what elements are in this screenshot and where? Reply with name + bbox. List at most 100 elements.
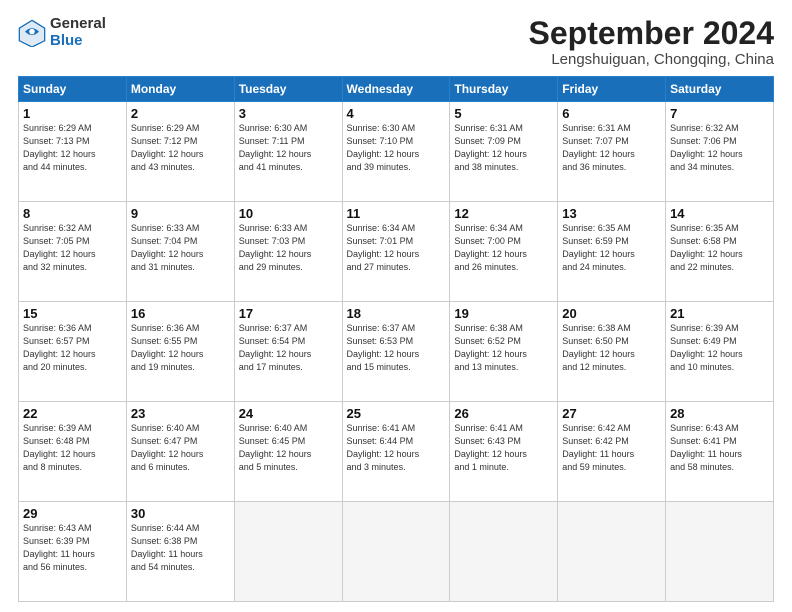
day-info: Sunrise: 6:30 AM Sunset: 7:10 PM Dayligh…: [347, 122, 446, 174]
calendar-cell: 12Sunrise: 6:34 AM Sunset: 7:00 PM Dayli…: [450, 202, 558, 302]
day-info: Sunrise: 6:43 AM Sunset: 6:41 PM Dayligh…: [670, 422, 769, 474]
calendar-cell: 21Sunrise: 6:39 AM Sunset: 6:49 PM Dayli…: [666, 302, 774, 402]
day-info: Sunrise: 6:40 AM Sunset: 6:47 PM Dayligh…: [131, 422, 230, 474]
day-number: 19: [454, 306, 553, 321]
header: General Blue September 2024 Lengshuiguan…: [18, 16, 774, 68]
day-number: 2: [131, 106, 230, 121]
day-number: 14: [670, 206, 769, 221]
calendar-cell: [450, 502, 558, 602]
calendar-cell: 11Sunrise: 6:34 AM Sunset: 7:01 PM Dayli…: [342, 202, 450, 302]
day-info: Sunrise: 6:37 AM Sunset: 6:54 PM Dayligh…: [239, 322, 338, 374]
day-info: Sunrise: 6:34 AM Sunset: 7:00 PM Dayligh…: [454, 222, 553, 274]
weekday-header-friday: Friday: [558, 77, 666, 102]
day-info: Sunrise: 6:35 AM Sunset: 6:59 PM Dayligh…: [562, 222, 661, 274]
logo: General Blue: [18, 16, 106, 49]
calendar-cell: 18Sunrise: 6:37 AM Sunset: 6:53 PM Dayli…: [342, 302, 450, 402]
day-number: 9: [131, 206, 230, 221]
day-number: 15: [23, 306, 122, 321]
calendar: SundayMondayTuesdayWednesdayThursdayFrid…: [18, 76, 774, 602]
day-info: Sunrise: 6:42 AM Sunset: 6:42 PM Dayligh…: [562, 422, 661, 474]
calendar-cell: 16Sunrise: 6:36 AM Sunset: 6:55 PM Dayli…: [126, 302, 234, 402]
day-info: Sunrise: 6:39 AM Sunset: 6:48 PM Dayligh…: [23, 422, 122, 474]
day-number: 5: [454, 106, 553, 121]
calendar-cell: 4Sunrise: 6:30 AM Sunset: 7:10 PM Daylig…: [342, 102, 450, 202]
location: Lengshuiguan, Chongqing, China: [529, 51, 774, 68]
calendar-cell: 17Sunrise: 6:37 AM Sunset: 6:54 PM Dayli…: [234, 302, 342, 402]
calendar-week-3: 22Sunrise: 6:39 AM Sunset: 6:48 PM Dayli…: [19, 402, 774, 502]
day-number: 25: [347, 406, 446, 421]
day-info: Sunrise: 6:30 AM Sunset: 7:11 PM Dayligh…: [239, 122, 338, 174]
day-info: Sunrise: 6:43 AM Sunset: 6:39 PM Dayligh…: [23, 522, 122, 574]
day-number: 30: [131, 506, 230, 521]
day-number: 8: [23, 206, 122, 221]
day-number: 17: [239, 306, 338, 321]
calendar-cell: 5Sunrise: 6:31 AM Sunset: 7:09 PM Daylig…: [450, 102, 558, 202]
day-info: Sunrise: 6:41 AM Sunset: 6:44 PM Dayligh…: [347, 422, 446, 474]
day-number: 20: [562, 306, 661, 321]
day-number: 18: [347, 306, 446, 321]
calendar-cell: [558, 502, 666, 602]
day-number: 22: [23, 406, 122, 421]
weekday-header-wednesday: Wednesday: [342, 77, 450, 102]
calendar-cell: 22Sunrise: 6:39 AM Sunset: 6:48 PM Dayli…: [19, 402, 127, 502]
day-info: Sunrise: 6:44 AM Sunset: 6:38 PM Dayligh…: [131, 522, 230, 574]
calendar-cell: 2Sunrise: 6:29 AM Sunset: 7:12 PM Daylig…: [126, 102, 234, 202]
day-info: Sunrise: 6:40 AM Sunset: 6:45 PM Dayligh…: [239, 422, 338, 474]
day-number: 12: [454, 206, 553, 221]
calendar-cell: 15Sunrise: 6:36 AM Sunset: 6:57 PM Dayli…: [19, 302, 127, 402]
calendar-cell: 9Sunrise: 6:33 AM Sunset: 7:04 PM Daylig…: [126, 202, 234, 302]
day-number: 29: [23, 506, 122, 521]
day-number: 16: [131, 306, 230, 321]
logo-icon: [18, 19, 46, 47]
day-info: Sunrise: 6:34 AM Sunset: 7:01 PM Dayligh…: [347, 222, 446, 274]
day-info: Sunrise: 6:38 AM Sunset: 6:52 PM Dayligh…: [454, 322, 553, 374]
day-info: Sunrise: 6:37 AM Sunset: 6:53 PM Dayligh…: [347, 322, 446, 374]
weekday-header-thursday: Thursday: [450, 77, 558, 102]
day-info: Sunrise: 6:36 AM Sunset: 6:57 PM Dayligh…: [23, 322, 122, 374]
calendar-cell: 29Sunrise: 6:43 AM Sunset: 6:39 PM Dayli…: [19, 502, 127, 602]
calendar-cell: 7Sunrise: 6:32 AM Sunset: 7:06 PM Daylig…: [666, 102, 774, 202]
day-info: Sunrise: 6:33 AM Sunset: 7:03 PM Dayligh…: [239, 222, 338, 274]
day-info: Sunrise: 6:38 AM Sunset: 6:50 PM Dayligh…: [562, 322, 661, 374]
weekday-header-sunday: Sunday: [19, 77, 127, 102]
calendar-week-2: 15Sunrise: 6:36 AM Sunset: 6:57 PM Dayli…: [19, 302, 774, 402]
calendar-cell: 19Sunrise: 6:38 AM Sunset: 6:52 PM Dayli…: [450, 302, 558, 402]
calendar-cell: [666, 502, 774, 602]
day-info: Sunrise: 6:32 AM Sunset: 7:05 PM Dayligh…: [23, 222, 122, 274]
day-number: 27: [562, 406, 661, 421]
day-number: 4: [347, 106, 446, 121]
calendar-cell: 8Sunrise: 6:32 AM Sunset: 7:05 PM Daylig…: [19, 202, 127, 302]
calendar-week-4: 29Sunrise: 6:43 AM Sunset: 6:39 PM Dayli…: [19, 502, 774, 602]
logo-blue: Blue: [50, 33, 106, 50]
calendar-cell: 20Sunrise: 6:38 AM Sunset: 6:50 PM Dayli…: [558, 302, 666, 402]
calendar-cell: 28Sunrise: 6:43 AM Sunset: 6:41 PM Dayli…: [666, 402, 774, 502]
weekday-header-row: SundayMondayTuesdayWednesdayThursdayFrid…: [19, 77, 774, 102]
weekday-header-tuesday: Tuesday: [234, 77, 342, 102]
day-number: 24: [239, 406, 338, 421]
day-info: Sunrise: 6:31 AM Sunset: 7:07 PM Dayligh…: [562, 122, 661, 174]
calendar-cell: [342, 502, 450, 602]
day-info: Sunrise: 6:35 AM Sunset: 6:58 PM Dayligh…: [670, 222, 769, 274]
logo-text: General Blue: [50, 16, 106, 49]
day-number: 11: [347, 206, 446, 221]
day-number: 6: [562, 106, 661, 121]
logo-general: General: [50, 16, 106, 33]
day-info: Sunrise: 6:32 AM Sunset: 7:06 PM Dayligh…: [670, 122, 769, 174]
calendar-cell: 26Sunrise: 6:41 AM Sunset: 6:43 PM Dayli…: [450, 402, 558, 502]
calendar-cell: 24Sunrise: 6:40 AM Sunset: 6:45 PM Dayli…: [234, 402, 342, 502]
month-title: September 2024: [529, 16, 774, 51]
day-info: Sunrise: 6:33 AM Sunset: 7:04 PM Dayligh…: [131, 222, 230, 274]
calendar-cell: 14Sunrise: 6:35 AM Sunset: 6:58 PM Dayli…: [666, 202, 774, 302]
day-number: 1: [23, 106, 122, 121]
day-number: 3: [239, 106, 338, 121]
day-info: Sunrise: 6:36 AM Sunset: 6:55 PM Dayligh…: [131, 322, 230, 374]
day-number: 23: [131, 406, 230, 421]
calendar-cell: 25Sunrise: 6:41 AM Sunset: 6:44 PM Dayli…: [342, 402, 450, 502]
weekday-header-saturday: Saturday: [666, 77, 774, 102]
day-info: Sunrise: 6:31 AM Sunset: 7:09 PM Dayligh…: [454, 122, 553, 174]
day-number: 10: [239, 206, 338, 221]
day-info: Sunrise: 6:29 AM Sunset: 7:13 PM Dayligh…: [23, 122, 122, 174]
calendar-week-1: 8Sunrise: 6:32 AM Sunset: 7:05 PM Daylig…: [19, 202, 774, 302]
calendar-cell: 1Sunrise: 6:29 AM Sunset: 7:13 PM Daylig…: [19, 102, 127, 202]
page: General Blue September 2024 Lengshuiguan…: [0, 0, 792, 612]
